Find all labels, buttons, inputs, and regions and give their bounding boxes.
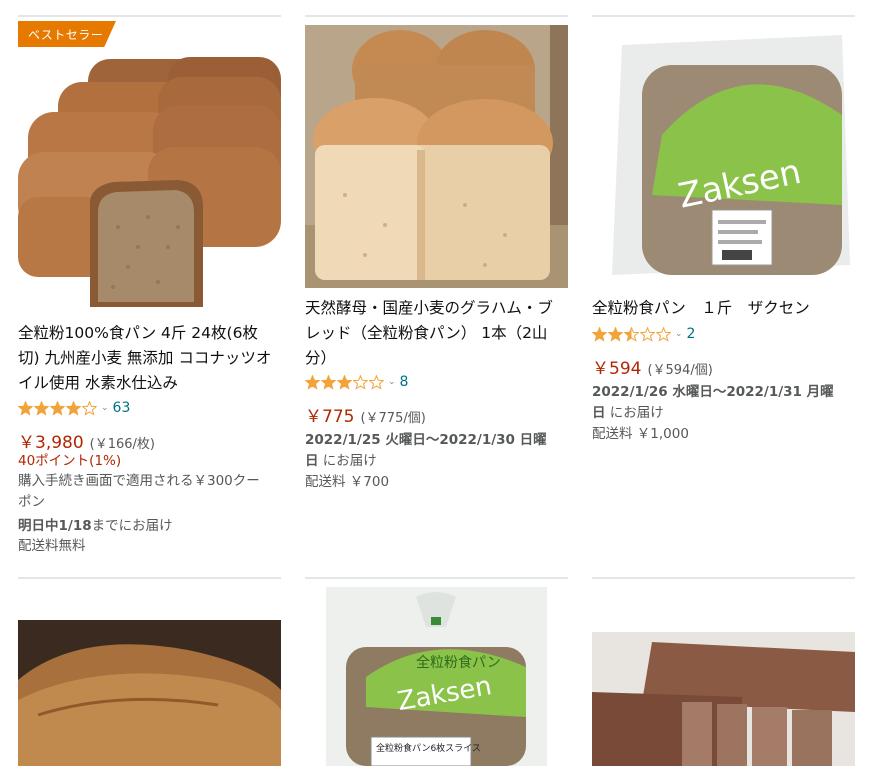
- product-title-line: 分）: [305, 349, 337, 367]
- price-line[interactable]: ￥3,980 (￥166/枚): [18, 428, 155, 453]
- star-icon: [321, 374, 336, 390]
- product-image-sliced-loaf[interactable]: [18, 620, 281, 766]
- star-icon: [18, 400, 33, 416]
- unit-price: (￥166/枚): [89, 437, 156, 452]
- shipping-text: 配送料 ￥700: [305, 474, 390, 490]
- star-rating-icon: [592, 326, 671, 342]
- star-icon: [369, 374, 384, 390]
- package-green-text: 全粒粉食パン: [416, 654, 501, 671]
- product-title-line: 切) 九州産小麦 無添加 ココナッツオ: [18, 349, 272, 367]
- product-title[interactable]: 全粒粉食パン １斤 ザクセン: [592, 296, 860, 321]
- row-divider: [592, 577, 855, 579]
- row-divider: [305, 15, 568, 17]
- points-text: 40ポイント(1%): [18, 453, 122, 469]
- shipping-text: 配送料 ￥1,000: [592, 426, 689, 442]
- coupon-text-line: ポン: [18, 494, 45, 510]
- product-title-line: 全粒粉100%食パン 4斤 24枚(6枚: [18, 324, 258, 342]
- delivery-suffix: にお届け: [605, 405, 664, 421]
- bestseller-badge: ベストセラー: [18, 21, 116, 47]
- rating-count[interactable]: 8: [400, 374, 409, 390]
- rating-row[interactable]: ⌄ 63: [18, 399, 130, 417]
- star-icon: [353, 374, 368, 390]
- star-rating-icon: [18, 400, 97, 416]
- delivery-suffix: までにお届け: [91, 518, 173, 534]
- chevron-down-icon: ⌄: [101, 403, 109, 413]
- star-icon: [656, 326, 671, 342]
- product-title-line: 全粒粉食パン １斤 ザクセン: [592, 299, 810, 317]
- rating-row[interactable]: ⌄ 2: [592, 325, 695, 343]
- star-icon: [34, 400, 49, 416]
- delivery-text: 2022/1/26 水曜日〜2022/1/31 月曜 日 にお届け: [592, 382, 862, 424]
- star-rating-icon: [305, 374, 384, 390]
- price-line[interactable]: ￥594 (￥594/個): [592, 354, 713, 379]
- delivery-date: 2022/1/26 水曜日〜2022/1/31 月曜: [592, 384, 834, 400]
- price: ￥775: [305, 407, 355, 427]
- coupon-text-line: 購入手続き画面で適用される￥300クー: [18, 473, 260, 489]
- star-icon: [66, 400, 81, 416]
- row-divider: [18, 15, 281, 17]
- star-icon: [82, 400, 97, 416]
- star-icon: [608, 326, 623, 342]
- product-image-graham-bread[interactable]: [305, 25, 568, 288]
- product-title[interactable]: 全粒粉100%食パン 4斤 24枚(6枚 切) 九州産小麦 無添加 ココナッツオ…: [18, 321, 286, 396]
- rating-row[interactable]: ⌄ 8: [305, 373, 408, 391]
- product-title-line: イル使用 水素水仕込み: [18, 374, 178, 392]
- row-divider: [18, 577, 281, 579]
- product-title-line: レッド（全粒粉食パン） 1本（2山: [305, 324, 548, 342]
- unit-price: (￥775/個): [360, 411, 426, 426]
- rating-count[interactable]: 63: [113, 400, 131, 416]
- star-icon: [592, 326, 607, 342]
- star-icon: [337, 374, 352, 390]
- package-label: 全粒粉食パン6枚スライス: [376, 742, 481, 754]
- unit-price: (￥594/個): [647, 363, 713, 378]
- shipping-text: 配送料無料: [18, 538, 86, 554]
- price-line[interactable]: ￥775 (￥775/個): [305, 402, 426, 427]
- star-icon: [305, 374, 320, 390]
- delivery-date: 2022/1/25 火曜日〜2022/1/30 日曜: [305, 432, 547, 448]
- product-image-rye-loaf[interactable]: [592, 632, 855, 766]
- delivery-date-tail: 日: [305, 453, 319, 469]
- product-image-zaksen-bread[interactable]: Zaksen: [592, 25, 855, 288]
- star-icon: [624, 326, 639, 342]
- delivery-text: 2022/1/25 火曜日〜2022/1/30 日曜 日 にお届け: [305, 430, 575, 472]
- product-title-line: 天然酵母・国産小麦のグラハム・ブ: [305, 299, 553, 317]
- product-image-bagged-slices[interactable]: 全粒粉食パン Zaksen 全粒粉食パン6枚スライス: [326, 587, 547, 766]
- row-divider: [592, 15, 855, 17]
- rating-count[interactable]: 2: [687, 326, 696, 342]
- product-title[interactable]: 天然酵母・国産小麦のグラハム・ブ レッド（全粒粉食パン） 1本（2山 分）: [305, 296, 573, 371]
- product-image-whole-wheat-4-loaf[interactable]: [18, 47, 281, 310]
- chevron-down-icon: ⌄: [388, 377, 396, 387]
- price: ￥594: [592, 359, 642, 379]
- star-icon: [640, 326, 655, 342]
- bestseller-badge-label: ベストセラー: [28, 28, 104, 42]
- delivery-text: 明日中1/18までにお届け: [18, 516, 173, 537]
- row-divider: [305, 577, 568, 579]
- coupon-text: 購入手続き画面で適用される￥300クー ポン: [18, 471, 283, 513]
- price: ￥3,980: [18, 433, 84, 453]
- delivery-date-tail: 日: [592, 405, 606, 421]
- chevron-down-icon: ⌄: [675, 329, 683, 339]
- delivery-date: 明日中1/18: [18, 518, 92, 534]
- star-icon: [50, 400, 65, 416]
- delivery-suffix: にお届け: [318, 453, 377, 469]
